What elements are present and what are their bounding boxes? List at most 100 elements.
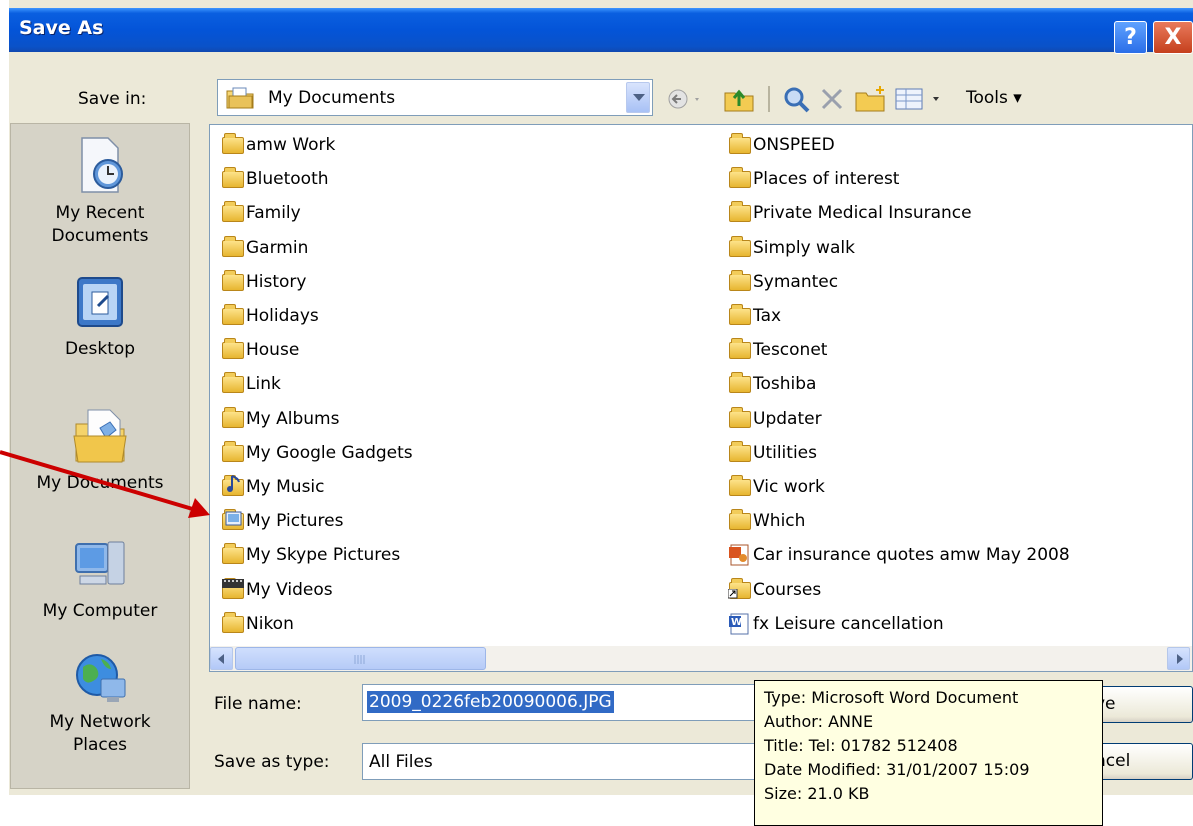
- delete-icon[interactable]: [817, 84, 847, 114]
- file-name: Holidays: [246, 306, 319, 326]
- close-button[interactable]: X: [1153, 21, 1193, 54]
- back-icon[interactable]: [665, 84, 705, 114]
- file-name: Garmin: [246, 237, 309, 258]
- folder-icon: [221, 304, 245, 327]
- file-list-item[interactable]: Private Medical Insurance: [728, 199, 972, 227]
- file-list-item[interactable]: Wfx Leisure cancellation: [728, 610, 944, 638]
- file-list-item[interactable]: Holidays: [221, 302, 319, 330]
- file-name: My Music: [246, 477, 325, 497]
- file-list[interactable]: amw Work Bluetooth Family Garmin History Holi…: [209, 124, 1193, 672]
- file-list-item[interactable]: Courses: [728, 576, 821, 604]
- file-list-item[interactable]: My Albums: [221, 405, 339, 433]
- new-folder-icon[interactable]: [853, 84, 889, 114]
- file-list-item[interactable]: Vic work: [728, 473, 825, 501]
- save-as-type-value: All Files: [369, 752, 433, 772]
- file-list-item[interactable]: Car insurance quotes amw May 2008: [728, 541, 1070, 569]
- file-list-item[interactable]: amw Work: [221, 131, 335, 159]
- dialog-title: Save As: [19, 17, 104, 39]
- chevron-down-icon[interactable]: [626, 82, 650, 113]
- file-list-item[interactable]: My Google Gadgets: [221, 439, 413, 467]
- file-list-item[interactable]: My Videos: [221, 576, 333, 604]
- title-bar[interactable]: Save As: [9, 8, 1193, 52]
- folder-icon: [221, 372, 245, 395]
- tools-menu[interactable]: Tools ▾: [966, 88, 1022, 108]
- file-list-item[interactable]: Updater: [728, 405, 822, 433]
- folder-icon: [221, 611, 245, 635]
- file-list-item[interactable]: Symantec: [728, 268, 838, 296]
- file-name: My Videos: [246, 579, 333, 600]
- scroll-left-arrow[interactable]: [210, 647, 233, 670]
- file-list-item[interactable]: Toshiba: [728, 370, 816, 398]
- file-list-item[interactable]: Family: [221, 199, 301, 227]
- save-as-type-dropdown[interactable]: All Files: [362, 743, 772, 780]
- folder-icon: [221, 338, 245, 361]
- file-list-item[interactable]: Bluetooth: [221, 165, 329, 193]
- file-name-label: File name:: [214, 694, 302, 714]
- save-in-dropdown[interactable]: My Documents: [217, 79, 653, 116]
- file-name: Nikon: [246, 613, 294, 634]
- file-name: ONSPEED: [753, 135, 835, 155]
- file-list-item[interactable]: Nikon: [221, 610, 294, 638]
- file-name: Symantec: [753, 271, 839, 292]
- place-label: My Network: [49, 712, 151, 732]
- folder-icon: [728, 235, 752, 259]
- file-name: fx Leisure cancellation: [753, 613, 944, 634]
- file-name: Updater: [753, 408, 822, 429]
- folder-icon: [221, 406, 245, 430]
- file-name: My Skype Pictures: [246, 545, 401, 566]
- file-name: amw Work: [246, 135, 336, 155]
- search-web-icon[interactable]: [781, 84, 813, 114]
- file-list-item[interactable]: History: [221, 268, 306, 296]
- folder-icon: [728, 372, 752, 395]
- folder-icon: [728, 406, 752, 430]
- scroll-right-arrow[interactable]: [1167, 647, 1190, 670]
- file-list-item[interactable]: Utilities: [728, 439, 817, 467]
- file-name: House: [246, 340, 300, 361]
- file-list-item[interactable]: Places of interest: [728, 165, 899, 193]
- horizontal-scrollbar[interactable]: [210, 646, 1192, 671]
- file-list-item[interactable]: Tesconet: [728, 336, 827, 364]
- file-list-item[interactable]: Simply walk: [728, 234, 855, 262]
- shortcut-folder-icon: [728, 577, 752, 601]
- folder-icon: [221, 543, 245, 566]
- file-name: Link: [246, 374, 281, 395]
- file-name: Tax: [753, 306, 782, 326]
- file-name: Tesconet: [753, 340, 828, 361]
- file-name: My Albums: [246, 408, 340, 429]
- folder-icon: [728, 509, 752, 532]
- folder-icon: [221, 167, 245, 190]
- file-info-tooltip: Type: Microsoft Word Document Author: AN…: [754, 680, 1103, 826]
- place-my-computer[interactable]: My Computer: [11, 536, 189, 623]
- file-name: Utilities: [753, 442, 817, 463]
- annotation-arrow: [0, 450, 210, 518]
- folder-icon: [728, 201, 752, 224]
- place-my-recent-documents[interactable]: My Recent Documents: [11, 134, 189, 248]
- views-icon[interactable]: [893, 84, 955, 114]
- file-list-item[interactable]: Which: [728, 507, 805, 535]
- place-my-network-places[interactable]: My Network Places: [11, 649, 189, 757]
- place-label: My Computer: [42, 601, 158, 621]
- file-list-item[interactable]: House: [221, 336, 299, 364]
- folder-icon: [728, 440, 752, 464]
- file-list-item[interactable]: Link: [221, 370, 281, 398]
- place-desktop[interactable]: Desktop: [11, 272, 189, 361]
- powerpoint-document-icon: [728, 544, 752, 566]
- tooltip-size: Size: 21.0 KB: [764, 784, 870, 803]
- file-name: History: [246, 271, 307, 292]
- toolbar-separator: [768, 86, 770, 112]
- scroll-thumb[interactable]: [235, 647, 486, 670]
- file-list-item[interactable]: Tax: [728, 302, 781, 330]
- file-list-item[interactable]: Garmin: [221, 234, 308, 262]
- place-label: My Recent: [55, 203, 145, 223]
- file-list-item[interactable]: ONSPEED: [728, 131, 835, 159]
- my-documents-small-icon: [226, 87, 254, 109]
- file-list-item[interactable]: My Skype Pictures: [221, 541, 400, 569]
- word-document-icon: W: [728, 613, 752, 635]
- tooltip-date-modified: Date Modified: 31/01/2007 15:09: [764, 760, 1030, 779]
- up-one-level-icon[interactable]: [723, 84, 757, 114]
- help-button[interactable]: ?: [1114, 21, 1147, 54]
- file-name-input[interactable]: 2009_0226feb20090006.JPG: [362, 684, 772, 721]
- folder-icon: [728, 167, 752, 190]
- file-name: My Google Gadgets: [246, 442, 413, 463]
- place-label: Desktop: [64, 339, 136, 359]
